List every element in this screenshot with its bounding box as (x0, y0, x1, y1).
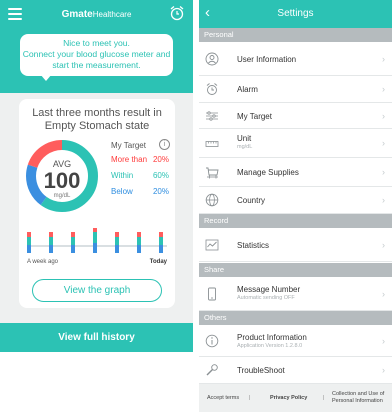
chevron-right-icon: › (382, 240, 385, 250)
footer-divider: | (323, 395, 325, 401)
settings-item-product-information[interactable]: Product Information Application Version … (199, 325, 392, 357)
section-share: Share (199, 263, 392, 277)
chevron-right-icon: › (382, 289, 385, 299)
home-screen: GmateHealthcare Nice to meet you. Connec… (0, 0, 193, 352)
target-label: My Target (111, 141, 146, 150)
chevron-right-icon: › (382, 54, 385, 64)
settings-item-statistics[interactable]: Statistics › (199, 228, 392, 262)
alarm-clock-icon[interactable] (169, 5, 185, 21)
alarm-icon (206, 83, 218, 95)
globe-icon (205, 193, 219, 207)
summary-card: Last three months result in Empty Stomac… (19, 99, 175, 308)
info-icon[interactable]: i (159, 139, 170, 150)
ruler-icon (205, 141, 219, 147)
settings-item-unit[interactable]: Unit mg/dL › (199, 129, 392, 158)
chevron-right-icon: › (382, 167, 385, 177)
settings-header: ‹ Settings (199, 0, 392, 28)
settings-item-user-information[interactable]: User Information › (199, 42, 392, 76)
privacy-policy-link[interactable]: Privacy Policy (270, 395, 307, 401)
section-record: Record (199, 214, 392, 228)
sliders-icon (206, 111, 218, 121)
phone-icon (208, 287, 216, 301)
settings-item-country[interactable]: Country › (199, 187, 392, 214)
chevron-right-icon: › (382, 138, 385, 148)
card-title: Last three months result in Empty Stomac… (32, 107, 162, 132)
chevron-right-icon: › (382, 336, 385, 346)
home-header: GmateHealthcare Nice to meet you. Connec… (0, 0, 193, 93)
avg-value: 100 (43, 168, 81, 193)
settings-item-manage-supplies[interactable]: Manage Supplies › (199, 158, 392, 187)
chevron-right-icon: › (382, 84, 385, 94)
screens: GmateHealthcare Nice to meet you. Connec… (0, 0, 392, 412)
view-history-button[interactable]: View full history (0, 323, 193, 352)
accept-terms-link[interactable]: Accept terms (207, 395, 239, 401)
page-title: Settings (277, 8, 314, 19)
settings-footer: Accept terms | Privacy Policy | Collecti… (199, 384, 392, 412)
welcome-message: Nice to meet you. Connect your blood glu… (20, 34, 173, 76)
view-graph-button[interactable]: View the graph (32, 279, 162, 302)
brand-logo: GmateHealthcare (61, 9, 132, 20)
user-icon (205, 52, 219, 66)
avg-unit: mg/dL (53, 193, 71, 199)
settings-item-alarm[interactable]: Alarm › (199, 76, 392, 103)
settings-item-troubleshoot[interactable]: TroubleShoot › (199, 357, 392, 384)
wrench-icon (206, 364, 218, 376)
label-week-ago: A week ago (27, 259, 59, 265)
section-others: Others (199, 311, 392, 325)
cart-icon (206, 167, 219, 179)
weekly-bars (27, 227, 167, 255)
settings-item-my-target[interactable]: My Target › (199, 103, 392, 129)
settings-item-message-number[interactable]: Message Number Automatic sending OFF › (199, 277, 392, 311)
settings-screen: ‹ Settings Personal User Information › A… (199, 0, 392, 412)
label-today: Today (149, 259, 167, 265)
info-circle-icon (205, 334, 219, 348)
footer-divider: | (249, 395, 251, 401)
chevron-right-icon: › (382, 195, 385, 205)
chevron-right-icon: › (382, 111, 385, 121)
chart-icon (205, 239, 219, 251)
chevron-right-icon: › (382, 365, 385, 375)
section-personal: Personal (199, 28, 392, 42)
collection-use-link[interactable]: Collection and Use of Personal Informati… (332, 391, 384, 404)
